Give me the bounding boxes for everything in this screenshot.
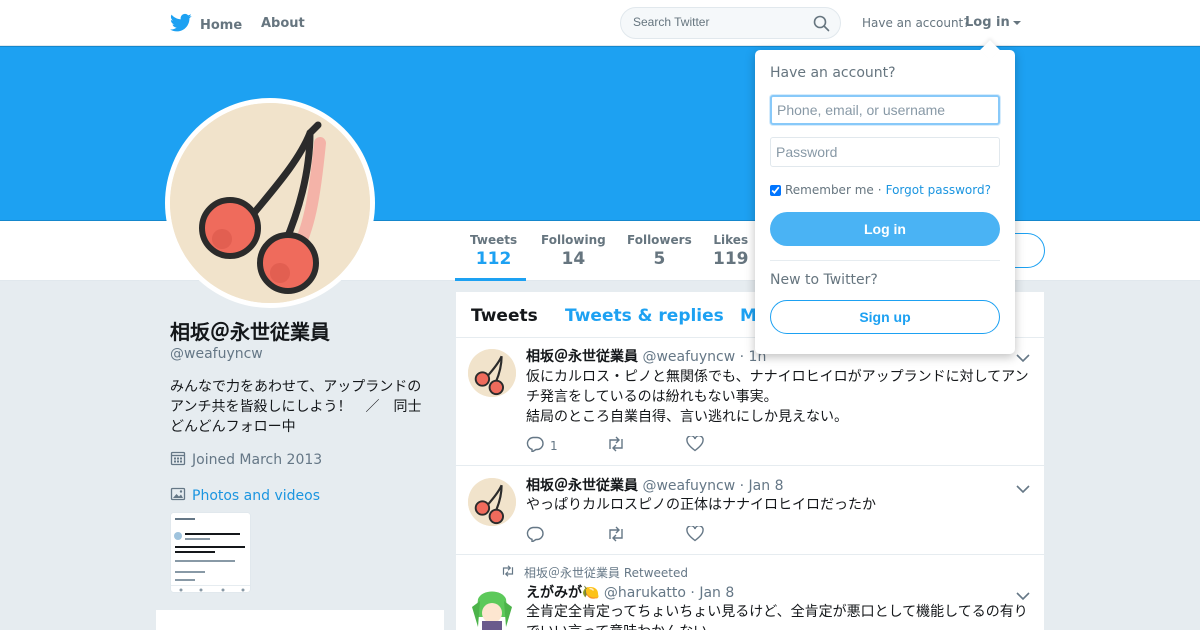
username-input[interactable]: [770, 95, 1000, 125]
about-link[interactable]: About: [261, 16, 305, 31]
login-menu-toggle[interactable]: Log in: [965, 15, 1021, 30]
tweet-author-handle[interactable]: @weafuyncw: [642, 349, 735, 365]
stat-label: Tweets: [470, 233, 518, 247]
retweet-icon: [500, 565, 516, 580]
login-dropdown-title: Have an account?: [770, 65, 896, 81]
heart-icon: [686, 435, 704, 455]
tweet[interactable]: 相坂＠永世従業員 Retweeted えがみが🍋 @harukatto · Ja…: [456, 555, 1044, 630]
tweet-text: 仮にカルロス・ピノと無関係でも、ナナイロヒイロがアップランドに対してアン チ発言…: [526, 369, 1029, 425]
have-account-text: Have an account?: [862, 16, 970, 30]
reply-action[interactable]: 1: [526, 436, 606, 455]
login-button[interactable]: Log in: [770, 212, 1000, 246]
cherry-avatar-image: [170, 103, 370, 303]
tweet-avatar[interactable]: [468, 349, 516, 397]
stat-value: 112: [475, 249, 512, 269]
tweet[interactable]: 相坂＠永世従業員 @weafuyncw · Jan 8 やっぱりカルロスピノの正…: [456, 466, 1044, 555]
tweet-author-name[interactable]: 相坂＠永世従業員: [526, 478, 638, 494]
new-to-twitter-text: New to Twitter?: [770, 272, 878, 288]
stat-likes[interactable]: Likes 119: [713, 233, 749, 269]
profile-avatar[interactable]: [165, 98, 375, 308]
caret-down-icon: [1012, 15, 1021, 30]
retweet-icon: [606, 526, 626, 545]
stat-label: Likes: [713, 233, 749, 247]
retweet-action[interactable]: [606, 526, 686, 545]
like-action[interactable]: [686, 435, 766, 455]
stat-label: Followers: [627, 233, 692, 247]
tweet-author-name[interactable]: えがみが🍋: [526, 585, 599, 601]
reply-action[interactable]: [526, 526, 606, 545]
home-label: Home: [200, 17, 243, 33]
tweet-author-handle[interactable]: @weafuyncw: [642, 478, 735, 494]
search-box: [620, 7, 841, 39]
stat-following[interactable]: Following 14: [541, 233, 606, 269]
tweet[interactable]: 相坂＠永世従業員 @weafuyncw · 1h 仮にカルロス・ピノと無関係でも…: [456, 338, 1044, 466]
tweet-actions: [526, 525, 766, 545]
top-navigation: Home About Have an account? Log in: [0, 0, 1200, 46]
stat-value: 14: [561, 249, 586, 269]
photos-videos-link[interactable]: Photos and videos: [170, 486, 320, 506]
reply-count: 1: [550, 438, 558, 453]
remember-me-checkbox[interactable]: [770, 184, 781, 196]
photos-videos-label: Photos and videos: [192, 488, 321, 504]
signup-button[interactable]: Sign up: [770, 300, 1000, 334]
search-input[interactable]: [633, 15, 803, 29]
profile-handle[interactable]: @weafuyncw: [170, 346, 263, 362]
tweet-header: えがみが🍋 @harukatto · Jan 8: [526, 582, 734, 602]
forgot-password-link[interactable]: Forgot password?: [886, 183, 991, 197]
tweet-avatar[interactable]: [468, 478, 516, 526]
stat-value: 5: [653, 249, 666, 269]
retweet-action[interactable]: [606, 436, 686, 455]
joined-text: Joined March 2013: [192, 452, 323, 468]
password-input[interactable]: [770, 137, 1000, 167]
stat-tweets[interactable]: Tweets 112: [470, 233, 517, 269]
home-link[interactable]: Home: [170, 13, 242, 37]
tweet-text: やっぱりカルロスピノの正体はナナイロヒイロだったか: [526, 497, 876, 513]
profile-joined: Joined March 2013: [170, 450, 322, 470]
left-sidebar-card: [156, 610, 444, 630]
retweeted-by-text[interactable]: 相坂＠永世従業員 Retweeted: [524, 564, 688, 581]
chevron-down-icon[interactable]: [1016, 348, 1030, 367]
tweet-timestamp[interactable]: · Jan 8: [690, 585, 734, 601]
stat-followers[interactable]: Followers 5: [627, 233, 692, 269]
active-stat-indicator: [455, 278, 526, 281]
tweet-avatar[interactable]: [468, 587, 516, 630]
media-thumbnail[interactable]: [170, 512, 251, 593]
tweet-text: 全肯定全肯定ってちょいちょい見るけど、全肯定が悪口として機能してるの有り でいい…: [526, 604, 1028, 630]
reply-icon: [526, 436, 544, 455]
heart-icon: [686, 525, 704, 545]
tab-tweets[interactable]: Tweets: [471, 306, 538, 326]
tweet-timestamp[interactable]: · Jan 8: [740, 478, 784, 494]
tweet-actions: 1: [526, 435, 766, 455]
login-link-label: Log in: [965, 15, 1010, 30]
tweet-header: 相坂＠永世従業員 @weafuyncw · Jan 8: [526, 475, 784, 495]
reply-icon: [526, 526, 544, 545]
tweet-author-handle[interactable]: @harukatto: [604, 585, 686, 601]
profile-bio: みんなで力をあわせて、アップランドの アンチ共を皆殺しにしよう！ ／ 同士 どん…: [170, 379, 422, 435]
tweet-author-name[interactable]: 相坂＠永世従業員: [526, 349, 638, 365]
remember-me-row: Remember me · Forgot password?: [770, 183, 991, 197]
stat-label: Following: [541, 233, 606, 247]
tab-tweets-replies[interactable]: Tweets & replies: [565, 306, 724, 326]
dropdown-divider: [770, 260, 1000, 261]
like-action[interactable]: [686, 525, 766, 545]
profile-name: 相坂＠永世従業員: [170, 320, 330, 344]
stat-value: 119: [713, 249, 749, 269]
image-icon: [170, 486, 186, 506]
twitter-bird-icon: [170, 13, 192, 37]
retweet-icon: [606, 436, 626, 455]
search-icon[interactable]: [813, 15, 830, 36]
calendar-icon: [170, 450, 186, 470]
separator-dot: ·: [877, 183, 882, 197]
remember-me-label[interactable]: Remember me: [785, 183, 874, 197]
login-dropdown: Have an account? Remember me · Forgot pa…: [755, 40, 1015, 354]
retweet-context: 相坂＠永世従業員 Retweeted: [500, 564, 688, 581]
tweet-header: 相坂＠永世従業員 @weafuyncw · 1h: [526, 346, 766, 366]
